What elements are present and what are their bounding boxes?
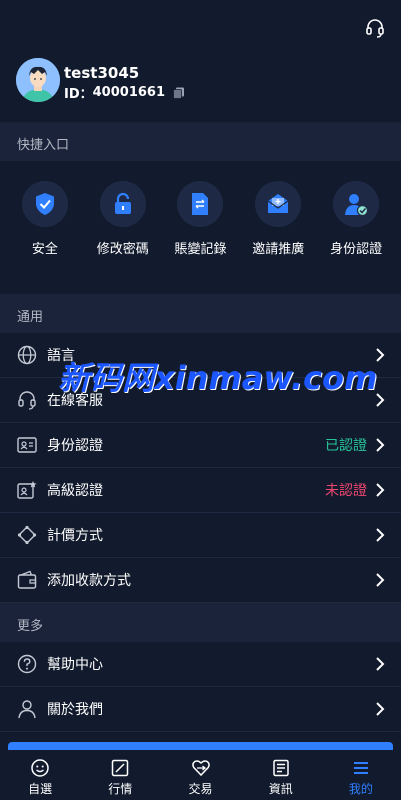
quick-icon-bg (255, 181, 302, 227)
row-label: 身份認證 (47, 438, 103, 454)
tab-favorites[interactable]: 自選 (0, 750, 80, 800)
row-label: 幫助中心 (47, 657, 103, 673)
tab-mine[interactable]: 我的 (321, 750, 401, 800)
quick-icon-bg (21, 181, 68, 227)
lock-icon (114, 192, 131, 214)
trade-icon (191, 760, 210, 777)
quick-label: 身份認證 (330, 242, 383, 257)
user-id-value: 40001661 (92, 85, 166, 100)
smiley-icon (31, 759, 49, 777)
chevron-right-icon (376, 528, 385, 542)
quick-label: 安全 (31, 242, 58, 257)
watermark-text: 新码网xinmaw.com (58, 359, 378, 397)
quick-section-title: 快捷入口 (0, 122, 401, 161)
menu-icon (353, 762, 368, 774)
news-icon (272, 759, 289, 777)
tab-label: 我的 (348, 782, 373, 796)
user-verified-icon (345, 194, 369, 217)
row-label: 高級認證 (47, 483, 103, 499)
document-icon (192, 193, 209, 215)
general-section-title: 通用 (0, 294, 401, 333)
row-label: 關於我們 (47, 702, 103, 718)
avatar-image (16, 58, 60, 102)
headset-icon[interactable] (365, 18, 385, 38)
top-bar (0, 0, 401, 55)
quick-item-account-records[interactable]: 賬變記錄 (162, 181, 240, 294)
chart-icon (112, 759, 129, 777)
tab-news[interactable]: 資訊 (241, 750, 321, 800)
quick-label: 邀請推廣 (252, 242, 305, 257)
tab-trade[interactable]: 交易 (160, 750, 240, 800)
chevron-right-icon (376, 483, 385, 497)
headset-icon (16, 389, 38, 411)
tab-market[interactable]: 行情 (80, 750, 160, 800)
chevron-right-icon (376, 573, 385, 587)
username: test3045 (64, 64, 140, 82)
help-icon (16, 653, 38, 675)
id-card-icon (16, 434, 38, 456)
row-label: 計價方式 (47, 528, 103, 544)
user-id: ID： 40001661 (64, 83, 185, 102)
row-add-payment-method[interactable]: 添加收款方式 (0, 558, 401, 603)
quick-item-change-password[interactable]: 修改密碼 (84, 181, 162, 294)
verified-status: 已認證 (325, 438, 367, 454)
quick-item-security[interactable]: 安全 (6, 181, 84, 294)
tab-label: 自選 (28, 782, 53, 796)
row-pricing-method[interactable]: 計價方式 (0, 513, 401, 558)
quick-icon-bg (99, 181, 146, 227)
quick-label: 修改密碼 (96, 242, 149, 257)
row-advanced-verification[interactable]: 高級認證 未認證 (0, 468, 401, 513)
chevron-right-icon (376, 657, 385, 671)
pricing-icon (16, 524, 38, 546)
avatar[interactable] (16, 58, 60, 102)
quick-icon-bg (333, 181, 380, 227)
quick-item-invite[interactable]: 邀請推廣 (239, 181, 317, 294)
profile-card: test3045 ID： 40001661 (0, 55, 401, 122)
tab-label: 交易 (188, 782, 213, 796)
advanced-id-icon (16, 479, 38, 501)
quick-label: 賬變記錄 (174, 242, 227, 257)
quick-icon-bg (177, 181, 224, 227)
row-label: 添加收款方式 (47, 573, 131, 589)
shield-icon (35, 193, 54, 215)
unverified-status: 未認證 (325, 483, 367, 499)
copy-icon[interactable] (173, 87, 185, 99)
row-identity-verification[interactable]: 身份認證 已認證 (0, 423, 401, 468)
tab-label: 資訊 (268, 782, 293, 796)
row-about-us[interactable]: 關於我們 (0, 687, 401, 732)
user-id-label: ID： (64, 87, 93, 102)
wallet-icon (16, 569, 38, 591)
globe-icon (16, 344, 38, 366)
tab-label: 行情 (108, 782, 133, 796)
chevron-right-icon (376, 438, 385, 452)
quick-entries: 安全 修改密碼 賬變記錄 邀請推廣 身份認證 (0, 161, 401, 294)
envelope-icon (267, 194, 289, 213)
row-help-center[interactable]: 幫助中心 (0, 642, 401, 687)
bottom-tab-bar: 自選 行情 交易 資訊 我的 (0, 750, 401, 800)
more-section-title: 更多 (0, 603, 401, 642)
chevron-right-icon (376, 702, 385, 716)
logout-button[interactable] (8, 742, 393, 750)
quick-item-identity[interactable]: 身份認證 (317, 181, 395, 294)
person-icon (16, 698, 38, 720)
